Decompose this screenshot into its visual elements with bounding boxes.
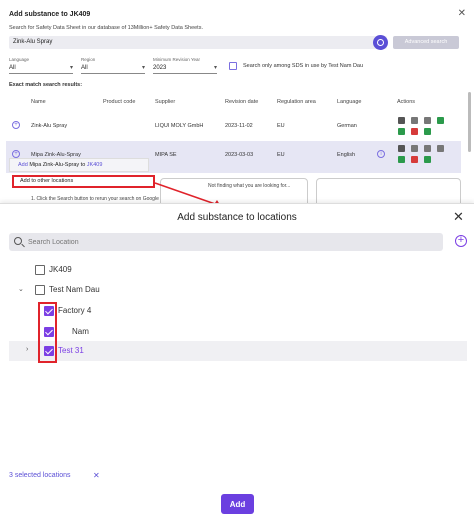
tree-item-label: Test 31: [58, 346, 84, 355]
tree-item-nam[interactable]: Nam: [9, 322, 467, 342]
checkbox-highlight-annotation: [38, 302, 57, 363]
checkbox[interactable]: [35, 265, 45, 275]
clear-selection-icon[interactable]: ✕: [93, 471, 100, 480]
location-search-input[interactable]: [26, 235, 426, 249]
chevron-down-icon[interactable]: ⌄: [18, 285, 24, 293]
tree-item-factory-4[interactable]: Factory 4: [9, 301, 467, 321]
add-button[interactable]: Add: [221, 494, 254, 514]
chevron-right-icon[interactable]: ›: [26, 346, 28, 353]
selected-locations-count: 3 selected locations: [9, 472, 71, 479]
dialog-title: Add substance to locations: [177, 212, 297, 223]
tree-item-label: Test Nam Dau: [49, 285, 100, 294]
close-icon[interactable]: ✕: [453, 209, 464, 225]
location-search-field[interactable]: [9, 233, 443, 251]
tree-item-label: Nam: [72, 327, 89, 336]
tree-item-test-31[interactable]: › Test 31: [9, 341, 467, 361]
add-location-icon[interactable]: +: [455, 235, 467, 247]
checkbox[interactable]: [35, 285, 45, 295]
tree-item-label: Factory 4: [58, 306, 92, 315]
tree-item-test-nam-dau[interactable]: ⌄ Test Nam Dau: [9, 280, 467, 300]
search-icon: [14, 237, 22, 245]
tree-item-jk409[interactable]: JK409: [9, 260, 467, 280]
add-to-locations-dialog: Add substance to locations ✕ + JK409 ⌄ T…: [0, 203, 474, 523]
tree-item-label: JK409: [49, 265, 72, 274]
